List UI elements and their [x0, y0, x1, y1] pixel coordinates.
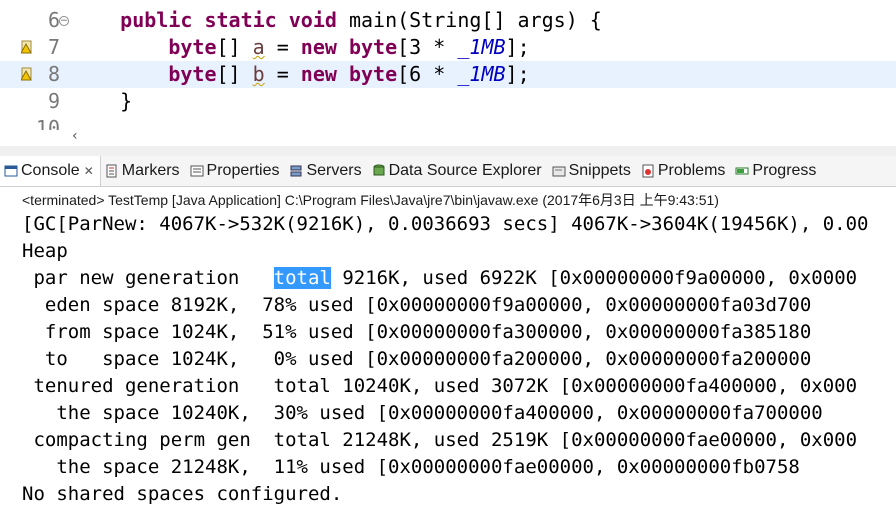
tab-properties[interactable]: Properties — [186, 156, 286, 186]
tab-problems[interactable]: Problems — [637, 156, 732, 186]
tab-label: Progress — [752, 162, 817, 179]
code-text: public static void main(String[] args) { — [120, 8, 602, 32]
tab-snippets[interactable]: Snippets — [548, 156, 637, 186]
console-output-line: No shared spaces configured. — [22, 483, 343, 505]
markers-icon — [106, 164, 117, 178]
console-panel: Console ✕ Markers Properties Servers Data Sou… — [0, 156, 896, 510]
console-output-line: to space 1024K, 0% used [0x00000000fa200… — [22, 348, 812, 370]
servers-icon — [290, 165, 302, 177]
tab-console[interactable]: Console ✕ — [0, 156, 101, 186]
editor-line[interactable]: 6− public static void main(String[] args… — [0, 7, 896, 34]
tab-label: Markers — [121, 162, 180, 179]
panel-divider[interactable] — [0, 146, 896, 156]
console-output-line: compacting perm gen total 21248K, used 2… — [22, 429, 858, 451]
code-editor[interactable]: 6− public static void main(String[] args… — [0, 0, 896, 130]
tab-label: Snippets — [568, 162, 631, 179]
view-tab-bar: Console ✕ Markers Properties Servers Data Sou… — [0, 156, 896, 187]
fold-toggle-icon[interactable]: − — [59, 16, 69, 26]
tab-label: Data Source Explorer — [388, 162, 542, 179]
console-output[interactable]: [GC[ParNew: 4067K->532K(9216K), 0.003669… — [22, 211, 868, 508]
console-output-line: the space 10240K, 30% used [0x00000000fa… — [22, 402, 823, 424]
code-text: byte[] b = new byte[6 * _1MB]; — [168, 62, 530, 86]
console-status-line: <terminated> TestTemp [Java Application]… — [22, 192, 719, 208]
problems-icon — [642, 164, 654, 178]
tab-data-source-explorer[interactable]: Data Source Explorer — [368, 156, 548, 186]
editor-line[interactable]: 7 byte[] a = new byte[3 * _1MB]; — [0, 34, 896, 61]
tab-label: Servers — [306, 162, 362, 179]
line-number: 6 — [47, 8, 60, 32]
data-source-icon — [373, 164, 385, 176]
tab-servers[interactable]: Servers — [285, 156, 367, 186]
snippets-icon — [552, 166, 566, 177]
scroll-left-arrow-icon[interactable]: ‹ — [72, 129, 78, 143]
tab-label: Console — [21, 162, 80, 179]
close-icon[interactable]: ✕ — [84, 164, 94, 178]
tab-label: Problems — [657, 162, 726, 179]
console-output-line: the space 21248K, 11% used [0x00000000fa… — [22, 456, 800, 478]
editor-horizontal-scrollbar[interactable]: ‹ — [72, 129, 896, 143]
tab-label: Properties — [206, 162, 280, 179]
text-selection[interactable]: total — [273, 267, 331, 289]
editor-line[interactable]: 10 — [0, 115, 896, 130]
console-output-line: from space 1024K, 51% used [0x00000000fa… — [22, 321, 812, 343]
tab-markers[interactable]: Markers — [101, 156, 186, 186]
tab-progress[interactable]: Progress — [731, 156, 822, 186]
properties-icon — [190, 165, 204, 177]
warning-icon[interactable] — [21, 40, 33, 54]
code-text: byte[] a = new byte[3 * _1MB]; — [168, 35, 530, 59]
line-number: 10 — [35, 116, 60, 130]
code-text: } — [72, 89, 133, 113]
console-icon — [4, 165, 18, 177]
console-output-line: par new generation total 9216K, used 692… — [22, 267, 858, 289]
progress-icon — [735, 167, 749, 175]
line-number: 9 — [47, 89, 60, 113]
console-output-line: Heap — [22, 240, 68, 262]
warning-icon[interactable] — [21, 67, 33, 81]
editor-line[interactable]: 8 byte[] b = new byte[6 * _1MB]; — [0, 61, 896, 88]
console-output-line: [GC[ParNew: 4067K->532K(9216K), 0.003669… — [22, 213, 869, 235]
console-output-line: eden space 8192K, 78% used [0x00000000f9… — [22, 294, 812, 316]
console-output-line: tenured generation total 10240K, used 30… — [22, 375, 858, 397]
editor-line[interactable]: 9 } — [0, 88, 896, 115]
